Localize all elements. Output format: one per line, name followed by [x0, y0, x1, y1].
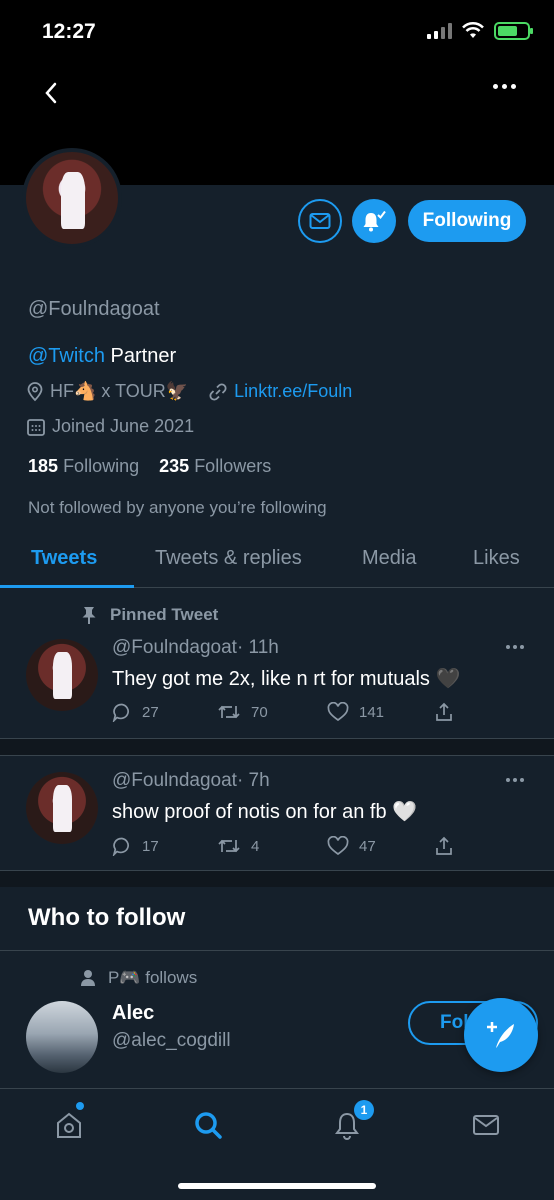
- tab-likes[interactable]: Likes: [473, 547, 520, 570]
- reply-button[interactable]: 27: [112, 702, 217, 722]
- reply-button[interactable]: 17: [112, 836, 217, 856]
- profile-meta-row: HF🐴 x TOUR🦅 Linktr.ee/Fouln: [26, 381, 352, 402]
- tweet-avatar[interactable]: [26, 772, 98, 844]
- follow-stats: 185 Following 235 Followers: [28, 456, 271, 477]
- bio-text: Partner: [104, 345, 177, 367]
- reply-icon: [112, 837, 129, 856]
- profile-joined-date: Joined June 2021: [52, 416, 195, 436]
- profile-website-link[interactable]: Linktr.ee/Fouln: [234, 381, 352, 402]
- pin-icon: [82, 607, 96, 624]
- notifications-bell-button[interactable]: [352, 199, 396, 243]
- battery-icon: [494, 22, 533, 40]
- location-pin-icon: [27, 381, 43, 401]
- mail-icon: [309, 213, 331, 229]
- tab-tweets-replies[interactable]: Tweets & replies: [155, 547, 302, 570]
- profile-location: HF🐴 x TOUR🦅: [50, 381, 189, 401]
- bio-mention-link[interactable]: @Twitch: [28, 345, 105, 367]
- link-icon: [209, 382, 227, 401]
- message-button[interactable]: [298, 199, 342, 243]
- who-to-follow-title: Who to follow: [28, 904, 186, 931]
- home-indicator: [178, 1183, 376, 1189]
- status-bar: 12:27: [0, 0, 554, 64]
- tab-media[interactable]: Media: [362, 547, 416, 570]
- like-button[interactable]: 141: [327, 702, 434, 722]
- tweet-actions: 27 70 141: [112, 702, 454, 722]
- tab-search[interactable]: [192, 1109, 224, 1141]
- back-button[interactable]: [36, 78, 66, 108]
- section-gap: [0, 871, 554, 887]
- profile-tabs: Tweets Tweets & replies Media Likes: [0, 530, 554, 588]
- tab-messages[interactable]: [470, 1109, 502, 1141]
- like-button[interactable]: 47: [327, 836, 434, 856]
- tweet-avatar[interactable]: [26, 639, 98, 711]
- following-button[interactable]: Following: [408, 200, 526, 242]
- tweet-text: show proof of notis on for an fb 🤍: [112, 801, 418, 823]
- notifications-badge: 1: [354, 1100, 374, 1120]
- home-icon: [57, 1112, 81, 1138]
- suggested-user-name[interactable]: Alec: [112, 1002, 154, 1025]
- wifi-icon: [462, 22, 484, 38]
- retweet-button[interactable]: 70: [217, 702, 327, 722]
- status-icons: [427, 22, 533, 40]
- active-tab-indicator: [0, 585, 134, 588]
- following-stat[interactable]: 185 Following: [28, 456, 139, 476]
- tweet-pinned[interactable]: Pinned Tweet @Foulndagoat· 11h They got …: [0, 589, 554, 739]
- reply-icon: [112, 703, 129, 722]
- tweet-header: @Foulndagoat· 7h: [112, 770, 270, 791]
- person-icon: [81, 970, 95, 986]
- cellular-signal-icon: [427, 23, 452, 39]
- share-icon: [436, 836, 452, 855]
- social-context: P🎮 follows: [80, 968, 197, 988]
- search-icon: [195, 1112, 222, 1139]
- tab-tweets[interactable]: Tweets: [31, 547, 97, 570]
- tweet-header: @Foulndagoat· 11h: [112, 637, 279, 658]
- section-gap: [0, 739, 554, 755]
- home-unread-dot: [76, 1102, 84, 1110]
- bell-check-icon: [363, 210, 386, 232]
- profile-joined-row: Joined June 2021: [26, 416, 194, 437]
- suggested-user-handle: @alec_cogdill: [112, 1030, 231, 1051]
- retweet-icon: [218, 705, 240, 719]
- tweet-actions: 17 4 47: [112, 836, 454, 856]
- share-button[interactable]: [434, 836, 454, 856]
- mutual-followers-note: Not followed by anyone you’re following: [28, 498, 327, 517]
- calendar-icon: [27, 418, 45, 436]
- chevron-left-icon: [45, 82, 57, 104]
- pinned-tweet-label: Pinned Tweet: [80, 605, 218, 625]
- tweet-text: They got me 2x, like n rt for mutuals 🖤: [112, 668, 461, 690]
- status-time: 12:27: [42, 20, 96, 43]
- share-icon: [436, 702, 452, 721]
- share-button[interactable]: [434, 702, 454, 722]
- envelope-icon: [473, 1115, 499, 1135]
- tweet[interactable]: @Foulndagoat· 7h show proof of notis on …: [0, 755, 554, 871]
- profile-handle: @Foulndagoat: [28, 298, 160, 320]
- tab-home[interactable]: [53, 1109, 85, 1141]
- profile-bio: @Twitch Partner: [28, 345, 176, 368]
- followers-stat[interactable]: 235 Followers: [159, 456, 271, 476]
- retweet-icon: [218, 839, 240, 853]
- more-options-button[interactable]: [493, 84, 516, 89]
- compose-tweet-button[interactable]: [464, 998, 538, 1072]
- suggested-user-avatar[interactable]: [26, 1001, 98, 1073]
- retweet-button[interactable]: 4: [217, 836, 327, 856]
- tweet-more-button[interactable]: [506, 778, 524, 782]
- heart-icon: [327, 836, 349, 856]
- profile-avatar[interactable]: [22, 148, 122, 248]
- compose-feather-icon: [487, 1022, 514, 1048]
- heart-icon: [327, 702, 349, 722]
- tweet-more-button[interactable]: [506, 645, 524, 649]
- divider: [0, 950, 554, 951]
